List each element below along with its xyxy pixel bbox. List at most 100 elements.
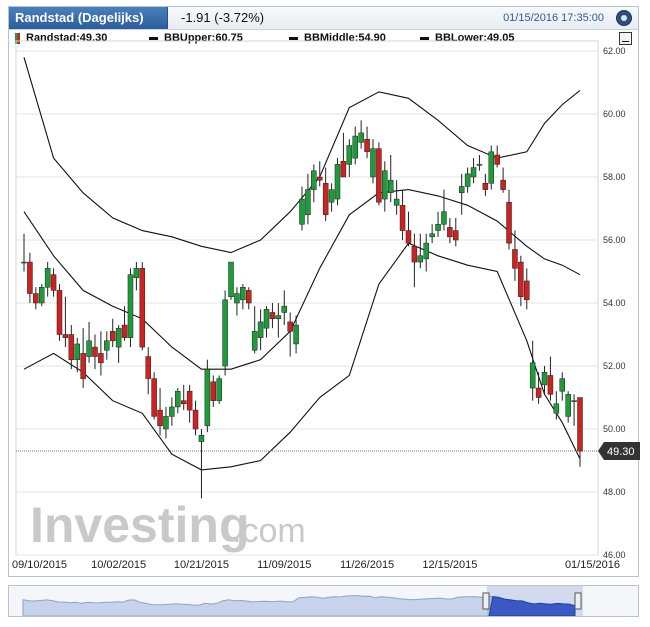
candle-body xyxy=(222,299,228,367)
y-tick-label: 62.00 xyxy=(603,46,626,56)
watermark-brand: Investing xyxy=(30,497,249,553)
candle-body xyxy=(275,315,282,320)
candle-body xyxy=(204,368,211,427)
navigator-strip[interactable] xyxy=(8,585,639,617)
candle-body xyxy=(470,167,477,178)
candle-body xyxy=(287,321,293,332)
candle-body xyxy=(346,145,353,165)
candle-body xyxy=(417,255,424,263)
candle-body xyxy=(340,161,347,178)
candle-body xyxy=(216,378,222,401)
candle-body xyxy=(370,148,376,178)
last-price-label: 49.30 xyxy=(607,446,635,458)
candle-body xyxy=(38,287,45,304)
candle-body xyxy=(109,331,116,342)
candle-body xyxy=(56,290,63,335)
candle-body xyxy=(506,201,512,244)
candle-body xyxy=(565,394,571,417)
candle-body xyxy=(488,151,495,184)
candle-body xyxy=(541,372,548,386)
x-tick-label: 12/15/2015 xyxy=(422,559,477,571)
candle-body xyxy=(524,280,530,301)
candle-body xyxy=(50,274,57,291)
candle-body xyxy=(68,334,75,360)
candle-body xyxy=(127,274,134,338)
candle-body xyxy=(269,312,276,320)
candle-body xyxy=(311,170,317,190)
candle-body xyxy=(364,138,370,153)
candle-body xyxy=(27,261,33,294)
navigator-right-handle[interactable] xyxy=(574,592,582,610)
candle-body xyxy=(435,224,441,231)
candle-body xyxy=(358,132,364,143)
candle-body xyxy=(240,287,246,301)
candle-body xyxy=(399,205,406,231)
candle-body xyxy=(559,378,566,392)
candle-body xyxy=(234,293,240,304)
candle-body xyxy=(352,135,358,159)
candle-body xyxy=(163,416,169,430)
candle-body xyxy=(175,390,181,408)
candle-body xyxy=(257,321,264,338)
y-tick-label: 60.00 xyxy=(603,109,626,119)
y-tick-label: 52.00 xyxy=(603,361,626,371)
x-tick-label: 11/26/2015 xyxy=(340,559,394,571)
candle-body xyxy=(104,340,110,351)
candle-body xyxy=(33,293,39,304)
watermark-suffix: .com xyxy=(232,512,306,550)
x-tick-label: 09/10/2015 xyxy=(12,559,67,571)
candle-body xyxy=(251,331,258,351)
candle-body xyxy=(322,183,329,216)
candle-body xyxy=(500,179,506,190)
candle-body xyxy=(393,198,400,206)
candle-body xyxy=(281,305,288,313)
candle-body xyxy=(305,189,311,216)
navigator-left-handle[interactable] xyxy=(482,592,490,610)
candle-body xyxy=(387,179,394,193)
candle-body xyxy=(571,400,577,402)
candle-body xyxy=(192,409,199,430)
candle-body xyxy=(376,148,382,203)
candle-body xyxy=(382,170,388,200)
candle-body xyxy=(299,198,305,225)
x-tick-label: 10/21/2015 xyxy=(174,559,229,571)
plot-area xyxy=(15,40,599,556)
candle-body xyxy=(464,173,471,187)
navigator-chart xyxy=(22,586,583,617)
candle-body xyxy=(518,261,524,297)
candle-body xyxy=(263,309,270,329)
candle-body xyxy=(458,186,465,193)
y-tick-label: 54.00 xyxy=(603,298,626,308)
candle-body xyxy=(92,346,98,357)
y-tick-label: 58.00 xyxy=(603,172,626,182)
candle-body xyxy=(115,327,122,348)
candle-body xyxy=(86,340,92,357)
y-tick-label: 48.00 xyxy=(603,487,626,497)
candle-body xyxy=(157,409,163,427)
candle-body xyxy=(121,324,128,338)
bb-lower-line xyxy=(23,242,581,471)
candle-body xyxy=(133,268,140,279)
candle-body xyxy=(210,381,217,401)
candle-body xyxy=(74,343,80,360)
candle-body xyxy=(334,164,341,200)
candle-body xyxy=(80,353,86,379)
candle-body xyxy=(423,242,429,260)
candle-body xyxy=(405,230,412,244)
candle-body xyxy=(553,403,560,414)
candle-body xyxy=(98,353,104,364)
candle-body xyxy=(228,261,234,297)
candle-body xyxy=(328,189,335,203)
candle-body xyxy=(139,268,146,348)
candle-body xyxy=(180,400,187,405)
x-tick-label: 01/15/2016 xyxy=(565,559,620,571)
candle-body xyxy=(529,362,536,389)
x-tick-label: 10/02/2015 xyxy=(91,559,146,571)
candle-body xyxy=(169,406,175,417)
candle-body xyxy=(476,164,483,166)
candle-body xyxy=(145,356,151,379)
candle-body xyxy=(21,261,27,264)
candle-body xyxy=(429,233,435,238)
candle-body xyxy=(44,268,51,288)
candle-body xyxy=(151,378,157,417)
